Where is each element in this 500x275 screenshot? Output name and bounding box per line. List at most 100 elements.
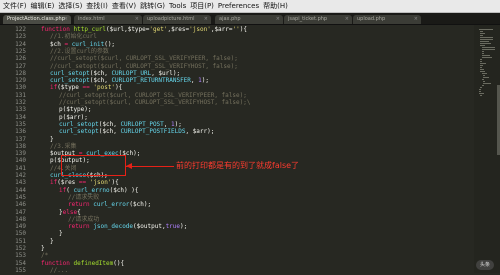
minimap-line [480,95,482,96]
minimap-line [481,51,484,52]
code-token: definedItem [73,259,114,267]
minimap-line [480,87,482,88]
minimap-line [483,77,489,78]
code-line[interactable]: } [59,230,63,238]
code-token: ($ch, [89,69,112,77]
code-token: p($type); [59,106,92,114]
close-icon[interactable]: × [345,15,349,24]
menu-item[interactable]: 编辑(E) [29,0,57,12]
code-token: ($type [57,84,83,92]
code-token: ($ch); [129,201,152,209]
minimap-line [481,73,487,74]
code-token: ($ch) ){ [109,186,139,194]
menu-item[interactable]: 跳转(G) [138,0,167,12]
code-token: ($url,$type= [106,26,150,33]
minimap-line [480,59,482,60]
editor-tab[interactable]: uploadpicture.html × [143,15,211,24]
minimap-line [480,31,483,32]
code-token: , $arr); [185,128,215,136]
minimap-line [478,91,481,92]
watermark-logo: 头条 [476,260,494,270]
code-token: } [50,237,54,245]
code-token: } [50,135,54,143]
code-token: json_decode [93,223,134,231]
menu-item[interactable]: 查看(V) [110,0,138,12]
code-token: 'get' [149,26,168,33]
code-token: ); [174,120,182,128]
close-icon[interactable]: × [135,15,139,24]
code-line[interactable]: return json_decode($output,true); [68,223,187,231]
line-number-gutter: 122 123 124 125 126 127 128 129 130 131 132 133 134 1… [0,25,30,274]
close-icon[interactable]: × [414,15,418,24]
line-number: 155 [15,266,26,274]
minimap-line [481,85,484,86]
editor-tab[interactable]: ajax.php × [215,15,283,24]
code-token: p($arr); [59,113,88,121]
code-token: ){ [111,179,119,187]
close-icon[interactable]: × [64,15,68,24]
highlight-box [61,155,126,176]
code-token: ($res [57,179,79,187]
arrow-head-icon [126,163,132,169]
minimap-line [480,45,485,46]
minimap-line [478,89,481,90]
code-line[interactable]: } [50,238,54,246]
minimap-line [481,55,490,56]
code-token: //curl_setopt($curl, CURLOPT_SSL_VERIFYH… [50,62,238,70]
minimap-line [480,61,482,62]
code-token: //2.设置curl的参数 [50,47,109,55]
minimap-line [478,93,485,94]
editor-tab[interactable]: ProjectAction.class.php × [3,15,71,24]
code-token: CURLOPT_URL [111,69,152,77]
minimap-line [480,41,489,42]
menu-item[interactable]: 帮助(H) [261,0,290,12]
code-token: //请求成功 [68,215,100,223]
menu-item[interactable]: 项目(P) [188,0,216,12]
minimap-line [481,47,495,48]
code-token: ){ [239,26,247,33]
menu-item[interactable]: 查找(I) [84,0,110,12]
code-line[interactable]: curl_setopt($ch, CURLOPT_POSTFIELDS, $ar… [59,128,214,136]
minimap-line [480,67,482,68]
code-line[interactable]: //... [50,267,68,275]
code-token: /* [41,252,49,260]
code-token: curl_setopt [50,77,90,85]
code-token: curl_init [71,40,105,48]
close-icon[interactable]: × [276,15,280,24]
code-token: curl_setopt [59,128,99,136]
code-token: curl_setopt [50,69,90,77]
code-token: else [62,208,78,216]
code-token: //curl_setopt($curl, CURLOPT_SSL_VERIFYP… [50,55,238,63]
code-token: curl_error [93,201,130,209]
tab-label: uploadpicture.html [147,16,195,22]
menu-item[interactable]: 选择(S) [56,0,84,12]
tab-label: index.html [78,16,105,22]
code-token: CURLOPT_POSTFIELDS [120,128,186,136]
menu-item[interactable]: 文件(F) [0,0,29,12]
code-token: } [41,245,45,252]
menu-item[interactable]: Tools [167,0,188,12]
menu-item[interactable]: Preferences [216,0,261,12]
minimap[interactable] [474,25,500,273]
close-icon[interactable]: × [204,15,208,24]
minimap-line [481,53,484,54]
editor-tab[interactable]: jsapi_ticket.php × [284,15,352,24]
code-token: '' [232,26,240,33]
code-token: return [68,223,94,231]
annotation-text: 前的打印都是有的到了就成false了 [176,161,300,170]
code-token: curl_setopt [59,120,99,128]
minimap-line [483,75,485,76]
code-token: , [163,120,172,128]
code-token: //1.初始化curl [50,33,97,41]
code-token: //3.采集 [50,142,77,150]
code-token: CURLOPT_RETURNTRANSFER [111,77,191,85]
minimap-line [481,57,493,58]
editor-tab[interactable]: upload.php × [353,15,421,24]
code-editor[interactable]: function http_curl($url,$type='get',$res… [41,25,471,275]
menu-bar: 文件(F) 编辑(E) 选择(S) 查找(I) 查看(V) 跳转(G) Tools 项目(P)… [0,0,500,13]
code-token: 'post' [93,84,116,92]
editor-tab[interactable]: index.html × [74,15,142,24]
minimap-line [480,43,491,44]
code-token: ($ch, [89,77,112,85]
code-token: $ch [50,40,65,48]
